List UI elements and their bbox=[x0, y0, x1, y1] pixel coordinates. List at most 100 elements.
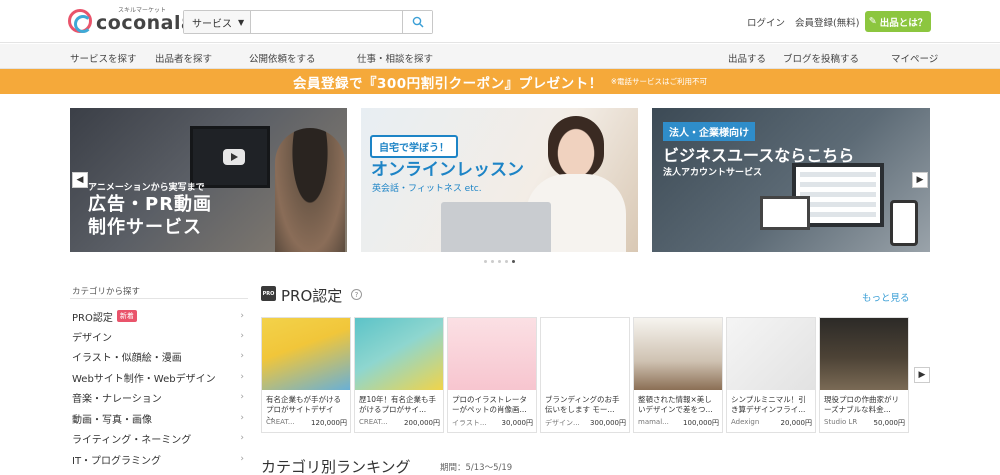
service-price: 20,000円 bbox=[780, 419, 813, 427]
sidebar-title: カテゴリから探す bbox=[72, 287, 141, 297]
carousel-dot[interactable] bbox=[498, 260, 501, 263]
service-card[interactable]: 歴10年！有名企業も手がけるプロがサイ... CREAT... 200,000円 bbox=[354, 317, 444, 433]
sidebar-item-label: Webサイト制作・Webデザイン bbox=[72, 373, 216, 385]
service-price: 300,000円 bbox=[590, 419, 626, 427]
sidebar-item-label: ライティング・ネーミング bbox=[72, 434, 192, 446]
promo-note: ※電話サービスはご利用不可 bbox=[610, 77, 707, 86]
seller-name: Adexign bbox=[731, 418, 760, 426]
chevron-right-icon: ▶ bbox=[916, 175, 924, 185]
help-icon[interactable]: ? bbox=[351, 289, 362, 300]
banner-subtitle: 英会話・フィットネス etc. bbox=[372, 184, 482, 194]
search-input[interactable] bbox=[251, 11, 402, 33]
play-icon bbox=[223, 149, 245, 165]
sell-info-button[interactable]: ✎ 出品とは？ bbox=[865, 11, 931, 32]
chevron-right-icon: › bbox=[240, 413, 244, 423]
seller-name: mamal... bbox=[638, 418, 669, 426]
chevron-right-icon: › bbox=[240, 351, 244, 361]
service-card[interactable]: 有名企業もが手がけるプロがサイトデザイン... CREAT... 120,000… bbox=[261, 317, 351, 433]
sidebar-item-illustration[interactable]: イラスト・似顔絵・漫画 › bbox=[72, 346, 248, 366]
see-more-link[interactable]: もっと見る bbox=[862, 290, 910, 304]
service-title: 歴10年！有名企業も手がけるプロがサイ... bbox=[359, 395, 437, 415]
service-card[interactable]: ブランディングのお手伝いをします モー... デザイン... 300,000円 bbox=[540, 317, 630, 433]
banner-title: 広告・PR動画 制作サービス bbox=[88, 194, 212, 239]
search-bar: サービス ▼ bbox=[183, 10, 433, 34]
banner-subtitle: アニメーションから実写まで bbox=[88, 183, 205, 193]
woman-head bbox=[548, 116, 604, 178]
nav-post-request[interactable]: 公開依頼をする bbox=[249, 51, 316, 65]
nav-post-blog[interactable]: ブログを投稿する bbox=[783, 51, 859, 65]
chevron-right-icon: › bbox=[240, 311, 244, 321]
sidebar-item-writing[interactable]: ライティング・ネーミング › bbox=[72, 428, 248, 448]
search-category-select[interactable]: サービス ▼ bbox=[184, 11, 251, 33]
main-nav: サービスを探す 出品者を探す 公開依頼をする 仕事・相談を探す 出品する ブログ… bbox=[0, 44, 1000, 69]
nav-find-jobs[interactable]: 仕事・相談を探す bbox=[357, 51, 433, 65]
service-card[interactable]: プロのイラストレーターがペットの肖像画... イラスト... 30,000円 bbox=[447, 317, 537, 433]
divider bbox=[70, 298, 248, 299]
sidebar-item-pro[interactable]: PRO認定 新着 › bbox=[72, 306, 248, 326]
person-photo bbox=[275, 128, 345, 252]
chevron-right-icon: ▶ bbox=[918, 370, 926, 380]
nav-find-sellers[interactable]: 出品者を探す bbox=[155, 51, 212, 65]
service-thumbnail bbox=[355, 318, 443, 390]
chevron-right-icon: › bbox=[240, 392, 244, 402]
carousel-dot[interactable] bbox=[505, 260, 508, 263]
service-card[interactable]: 現役プロの作曲家がリーズナブルな料金... Studio LR 50,000円 bbox=[819, 317, 909, 433]
carousel-dot-active[interactable] bbox=[512, 260, 515, 263]
coconala-logo[interactable]: スキルマーケット coconala bbox=[68, 8, 194, 33]
chevron-right-icon: › bbox=[240, 433, 244, 443]
phone-illustration bbox=[890, 200, 918, 246]
service-title: シンプルミニマル！引き算デザインフライ... bbox=[731, 395, 806, 415]
service-title: 有名企業もが手がけるプロがサイトデザイン... bbox=[266, 395, 341, 420]
chevron-right-icon: › bbox=[240, 331, 244, 341]
sidebar-item-label: 動画・写真・画像 bbox=[72, 414, 152, 426]
service-thumbnail bbox=[448, 318, 536, 390]
service-thumbnail bbox=[727, 318, 815, 390]
carousel-next-button[interactable]: ▶ bbox=[912, 172, 928, 188]
pro-badge-icon: PRO bbox=[261, 286, 276, 301]
site-header: スキルマーケット coconala サービス ▼ ログイン 会員登録(無料) ✎… bbox=[0, 0, 1000, 43]
banner-title-line1: 広告・PR動画 bbox=[88, 194, 213, 215]
logo-mark-icon bbox=[68, 8, 92, 33]
service-card[interactable]: 整頓された情報×美しいデザインで差をつ... mamal... 100,000円 bbox=[633, 317, 723, 433]
section-title: PRO認定 bbox=[281, 287, 343, 305]
logo-wordmark: coconala bbox=[96, 12, 195, 34]
nav-find-services[interactable]: サービスを探す bbox=[70, 51, 137, 65]
service-price: 200,000円 bbox=[404, 419, 440, 427]
nav-my-page[interactable]: マイページ bbox=[891, 51, 938, 65]
ranking-period: 期間：5/13〜5/19 bbox=[440, 463, 513, 473]
service-thumbnail bbox=[634, 318, 722, 390]
login-link[interactable]: ログイン bbox=[747, 15, 785, 29]
service-price: 30,000円 bbox=[501, 419, 534, 427]
service-card[interactable]: シンプルミニマル！引き算デザインフライ... Adexign 20,000円 bbox=[726, 317, 816, 433]
carousel-prev-button[interactable]: ◀ bbox=[72, 172, 88, 188]
carousel-dots bbox=[484, 260, 515, 263]
banner-video-ads[interactable]: アニメーションから実写まで 広告・PR動画 制作サービス bbox=[70, 108, 347, 252]
sidebar-item-video[interactable]: 動画・写真・画像 › bbox=[72, 408, 248, 428]
seller-name: CREAT... bbox=[266, 418, 295, 426]
cards-next-button[interactable]: ▶ bbox=[914, 367, 930, 383]
sidebar-item-web[interactable]: Webサイト制作・Webデザイン › bbox=[72, 367, 248, 387]
search-icon bbox=[412, 16, 424, 28]
service-thumbnail bbox=[262, 318, 350, 390]
banner-business-use[interactable]: 法人・企業様向け ビジネスユースならこちら 法人アカウントサービス bbox=[652, 108, 930, 252]
sidebar-item-music[interactable]: 音楽・ナレーション › bbox=[72, 387, 248, 407]
sidebar-item-design[interactable]: デザイン › bbox=[72, 326, 248, 346]
chevron-right-icon: › bbox=[240, 454, 244, 464]
service-thumbnail bbox=[820, 318, 908, 390]
banner-online-lessons[interactable]: 自宅で学ぼう！ オンラインレッスン 英会話・フィットネス etc. bbox=[361, 108, 638, 252]
signup-link[interactable]: 会員登録(無料) bbox=[795, 15, 859, 29]
sidebar-item-it[interactable]: IT・プログラミング › bbox=[72, 449, 248, 469]
seller-name: イラスト... bbox=[452, 419, 487, 427]
search-button[interactable] bbox=[402, 11, 432, 33]
new-badge: 新着 bbox=[116, 310, 137, 322]
service-title: プロのイラストレーターがペットの肖像画... bbox=[452, 395, 527, 415]
seller-name: Studio LR bbox=[824, 418, 858, 426]
banner-title: ビジネスユースならこちら bbox=[663, 146, 855, 165]
service-thumbnail bbox=[541, 318, 629, 390]
search-category-label: サービス bbox=[192, 18, 232, 30]
promo-banner[interactable]: 会員登録で『300円割引クーポン』プレゼント！ ※電話サービスはご利用不可 bbox=[0, 69, 1000, 94]
nav-sell[interactable]: 出品する bbox=[728, 51, 766, 65]
carousel-dot[interactable] bbox=[491, 260, 494, 263]
service-title: 整頓された情報×美しいデザインで差をつ... bbox=[638, 395, 713, 415]
carousel-dot[interactable] bbox=[484, 260, 487, 263]
